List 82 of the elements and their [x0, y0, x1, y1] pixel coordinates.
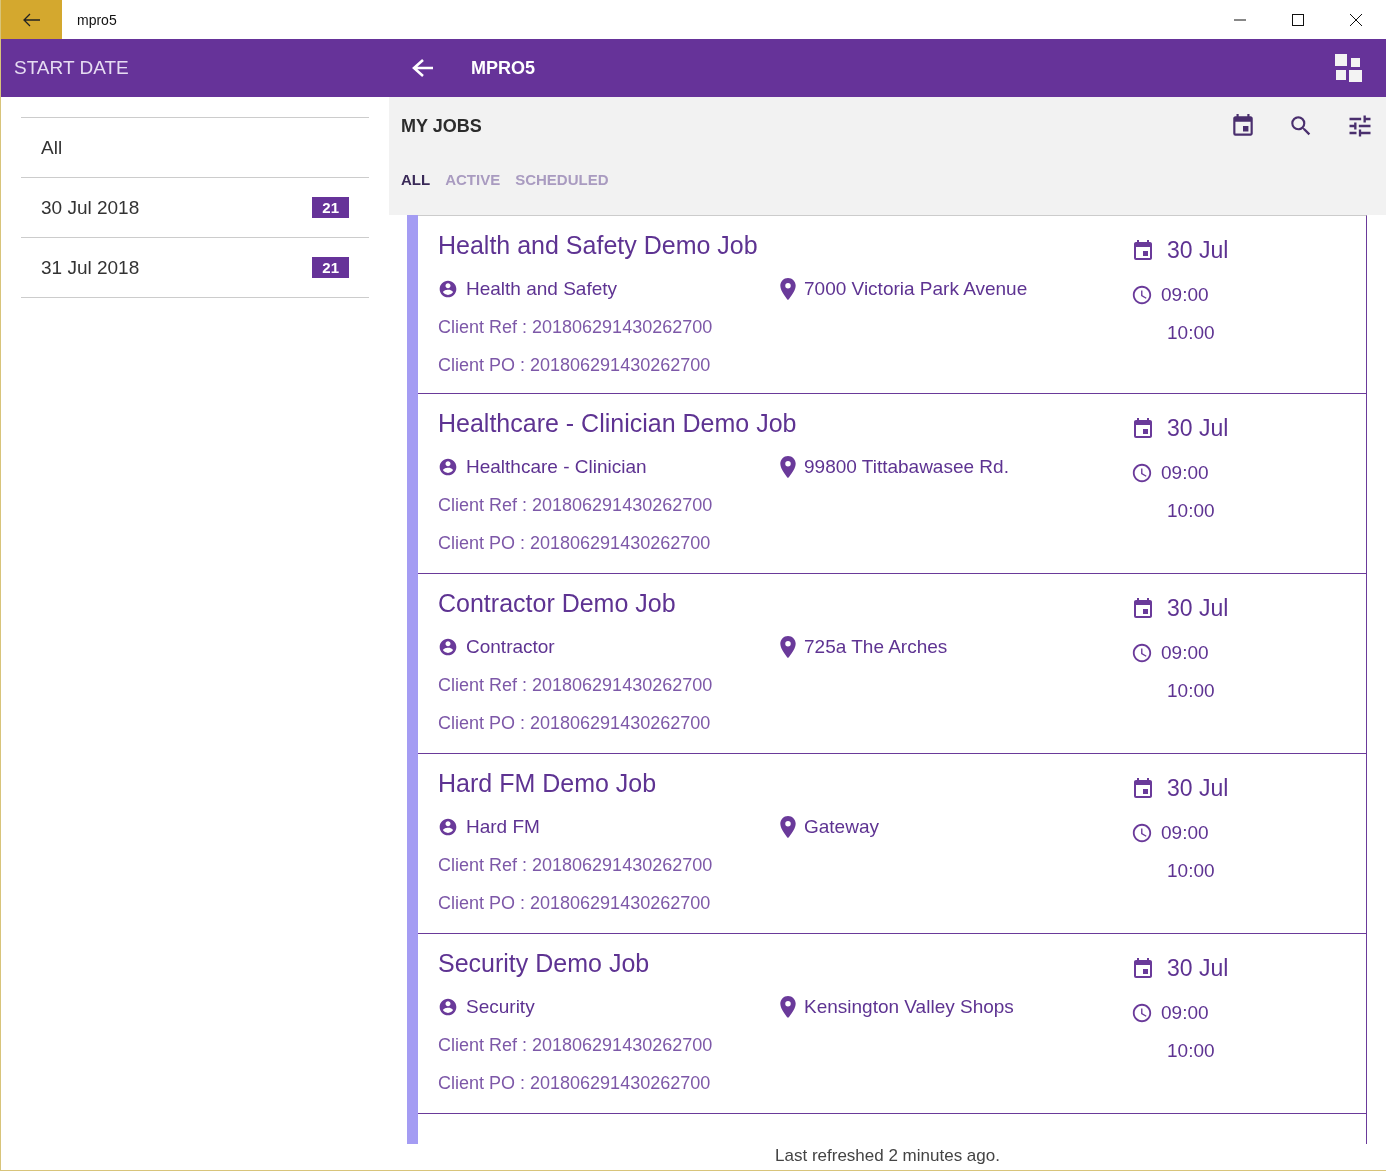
client-ref: Client Ref : 201806291430262700 [438, 675, 714, 696]
job-date: 30 Jul [1167, 415, 1229, 442]
person-icon [438, 997, 458, 1017]
calendar-icon [1131, 596, 1155, 621]
start-time: 09:00 [1161, 642, 1209, 664]
job-category: Security [466, 996, 535, 1018]
person-icon [438, 817, 458, 837]
clock-icon [1131, 284, 1153, 306]
calendar-icon [1131, 416, 1155, 441]
filter-tab[interactable]: ALL [401, 171, 431, 188]
job-address: 99800 Tittabawasee Rd. [804, 456, 1009, 478]
end-time: 10:00 [1167, 500, 1216, 522]
job-title: Health and Safety Demo Job [438, 231, 759, 260]
job-date: 30 Jul [1167, 595, 1229, 622]
person-icon [438, 637, 458, 657]
job-category: Contractor [466, 636, 555, 658]
client-ref: Client Ref : 201806291430262700 [438, 855, 714, 876]
end-time: 10:00 [1167, 680, 1216, 702]
clock-icon [1131, 1002, 1153, 1024]
calendar-icon [1131, 956, 1155, 981]
date-filter-item[interactable]: All [21, 118, 369, 178]
job-title: Hard FM Demo Job [438, 769, 658, 798]
location-pin-icon [780, 636, 796, 658]
calendar-icon [1131, 238, 1155, 263]
person-icon [438, 457, 458, 477]
client-po: Client PO : 201806291430262700 [438, 893, 712, 914]
date-filter-item[interactable]: 30 Jul 2018 21 [21, 178, 369, 238]
location-pin-icon [780, 816, 796, 838]
client-ref: Client Ref : 201806291430262700 [438, 1035, 714, 1056]
job-card[interactable]: Security Demo Job Security Kensington Valley Shops Client Ref : 201806291430262700 Client PO : 201806291430262700 30 Jul 09:00 10:00 [418, 934, 1367, 1114]
date-filter-item[interactable]: 31 Jul 2018 21 [21, 238, 369, 298]
maximize-icon[interactable] [1292, 13, 1304, 26]
client-po: Client PO : 201806291430262700 [438, 1073, 712, 1094]
status-text: Last refreshed 2 minutes ago. [774, 1145, 1001, 1167]
count-badge: 21 [312, 197, 349, 218]
dashboard-icon[interactable] [1335, 54, 1363, 82]
end-time: 10:00 [1167, 860, 1216, 882]
client-po: Client PO : 201806291430262700 [438, 533, 712, 554]
job-category: Health and Safety [466, 278, 618, 300]
job-address: Kensington Valley Shops [804, 996, 1014, 1018]
job-category: Hard FM [466, 816, 540, 838]
job-card[interactable]: Hard FM Demo Job Hard FM Gateway Client Ref : 201806291430262700 Client PO : 201806291430262700 30 Jul 09:00 10:00 [418, 754, 1367, 934]
start-time: 09:00 [1161, 1002, 1209, 1024]
section-title: START DATE [14, 57, 129, 78]
job-card[interactable]: Contractor Demo Job Contractor 725a The Arches Client Ref : 201806291430262700 Client PO : 201806291430262700 30 Jul 09:00 10:00 [418, 574, 1367, 754]
client-ref: Client Ref : 201806291430262700 [438, 495, 714, 516]
start-time: 09:00 [1161, 822, 1209, 844]
start-time: 09:00 [1161, 462, 1209, 484]
job-address: Gateway [804, 816, 879, 838]
calendar-icon [1131, 776, 1155, 801]
back-arrow-icon [22, 12, 41, 27]
clock-icon [1131, 822, 1153, 844]
job-title: Contractor Demo Job [438, 589, 677, 618]
job-title: Security Demo Job [438, 949, 651, 978]
window-title: mpro5 [77, 11, 117, 28]
job-date: 30 Jul [1167, 775, 1229, 802]
clock-icon [1131, 642, 1153, 664]
panel-title: MY JOBS [401, 115, 482, 137]
job-card[interactable]: Health and Safety Demo Job Health and Safety 7000 Victoria Park Avenue Client Ref : 201806291430262700 Client PO : 201806291430262700 30 Jul 09:00 10:00 [418, 215, 1367, 394]
job-category: Healthcare - Clinician [466, 456, 647, 478]
location-pin-icon [780, 456, 796, 478]
job-card[interactable]: Healthcare - Clinician Demo Job Healthcare - Clinician 99800 Tittabawasee Rd. Client Ref : 201806291430262700 Client PO : 201806291430262700 30 Jul 09:00 10:00 [418, 394, 1367, 574]
app-title: MPRO5 [471, 57, 535, 79]
close-icon[interactable] [1350, 13, 1362, 26]
minimize-icon[interactable] [1234, 18, 1246, 21]
person-icon [438, 279, 458, 299]
count-badge: 21 [312, 257, 349, 278]
end-time: 10:00 [1167, 322, 1216, 344]
job-date: 30 Jul [1167, 237, 1229, 264]
location-pin-icon [780, 278, 796, 300]
job-address: 7000 Victoria Park Avenue [804, 278, 1028, 300]
job-title: Healthcare - Clinician Demo Job [438, 409, 798, 438]
job-date: 30 Jul [1167, 955, 1229, 982]
start-time: 09:00 [1161, 284, 1209, 306]
job-address: 725a The Arches [804, 636, 948, 658]
clock-icon [1131, 462, 1153, 484]
client-po: Client PO : 201806291430262700 [438, 355, 712, 376]
client-po: Client PO : 201806291430262700 [438, 713, 712, 734]
location-pin-icon [780, 996, 796, 1018]
client-ref: Client Ref : 201806291430262700 [438, 317, 714, 338]
back-arrow-icon[interactable] [412, 58, 434, 78]
end-time: 10:00 [1167, 1040, 1216, 1062]
